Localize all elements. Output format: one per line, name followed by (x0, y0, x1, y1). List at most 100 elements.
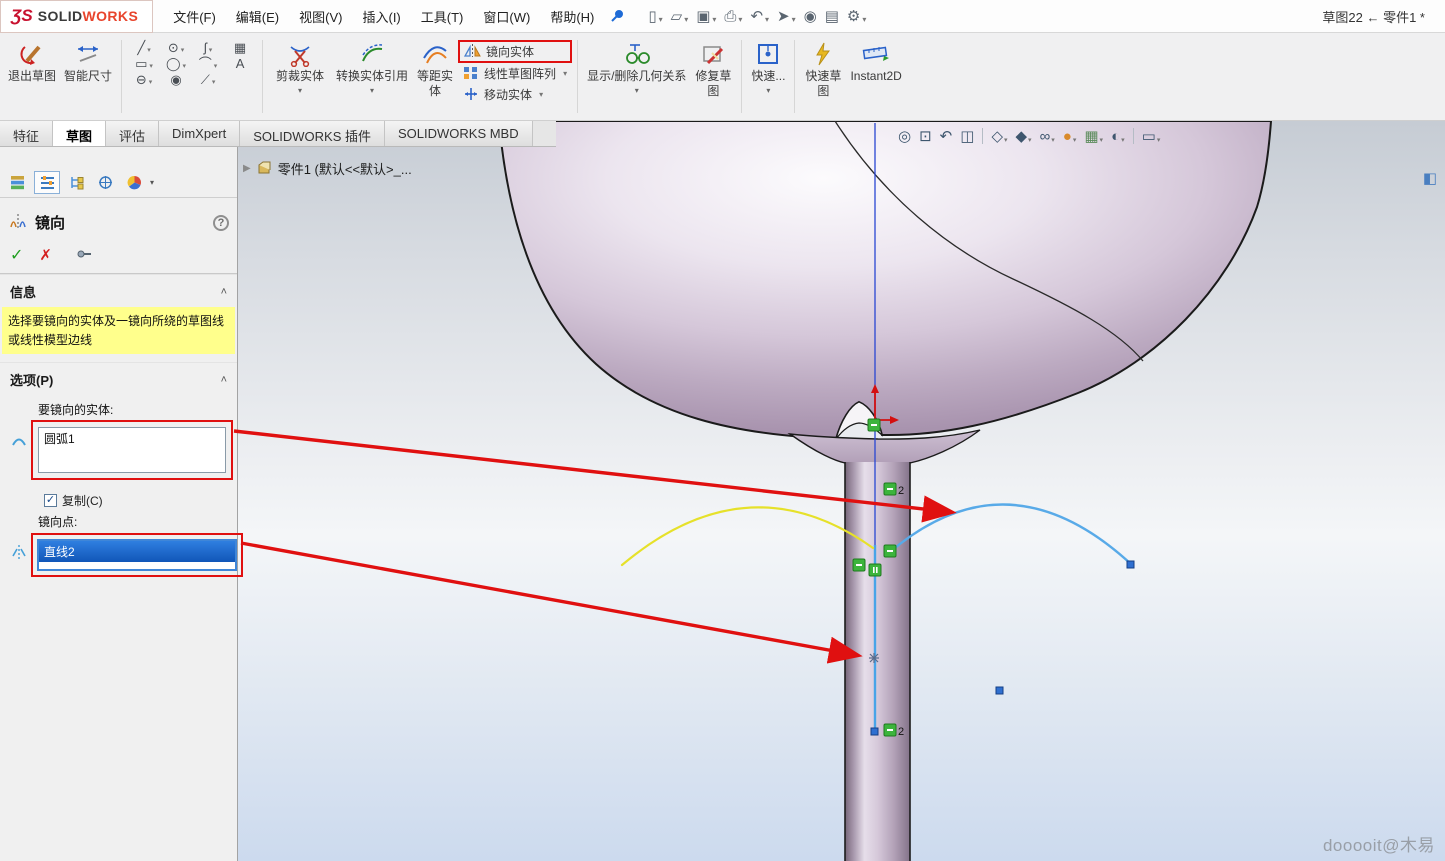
flyout-tree-label[interactable]: 零件1 (默认<<默认>_... (278, 159, 412, 178)
menu-insert[interactable]: 插入(I) (352, 2, 410, 31)
tab-solidworks-addins[interactable]: SOLIDWORKS 插件 (240, 121, 385, 146)
graphics-area[interactable]: 2 2 ▶ 零件1 (默认<<默认>_... ◎ ⊡ ↶ ◫ ◇▾ ◆▾ ∞▾ … (238, 121, 1445, 861)
entities-to-mirror-listbox[interactable]: 圆弧1 (38, 427, 226, 473)
ok-button[interactable]: ✓ (10, 245, 23, 265)
feature-tree-flyout[interactable]: ▶ 零件1 (默认<<默认>_... (243, 159, 412, 178)
slot-tool-icon[interactable]: ⊖▾ (129, 73, 159, 86)
move-entities-button[interactable]: 移动实体 ▾ (458, 85, 572, 105)
sketch-point-marker[interactable] (869, 653, 879, 663)
copy-checkbox[interactable]: ✓ 复制(C) (44, 492, 237, 509)
flyout-expand-icon[interactable]: ▶ (243, 163, 251, 174)
options-section-header[interactable]: 选项(P) ˄ (0, 362, 237, 394)
point-tool-icon[interactable]: ◉ (161, 73, 191, 86)
tab-dimxpert[interactable]: DimXpert (159, 121, 240, 146)
offset-entities-button[interactable]: 等距实体 (412, 35, 458, 118)
linear-sketch-pattern-button[interactable]: 线性草图阵列 ▾ (458, 64, 572, 84)
previous-view-icon[interactable]: ↶ (940, 129, 953, 144)
options-section-body: 要镜向的实体: 圆弧1 ✓ 复制(C) 镜向点: 直线2 (0, 394, 237, 577)
line-tool-icon[interactable]: ╱▾ (129, 41, 159, 54)
collapse-chevron-icon[interactable]: ˄ (221, 286, 227, 298)
open-document-icon[interactable]: ▱▾ (667, 7, 693, 26)
sphere-tool-icon[interactable]: ◉ (800, 7, 821, 26)
exit-sketch-button[interactable]: 退出草图 (4, 35, 60, 118)
menu-view[interactable]: 视图(V) (289, 2, 352, 31)
pane-tabs-overflow-icon[interactable]: ▾ (150, 178, 154, 187)
mirror-preview-arc[interactable] (622, 507, 873, 565)
collapse-chevron-icon[interactable]: ˄ (221, 374, 227, 386)
hide-show-items-icon[interactable]: ∞▾ (1040, 129, 1055, 144)
sketch-entity-tools: ╱▾ ⊙▾ ʃ▾ ▦ ▭▾ ◯▾ ⌒▾ A ⊖▾ ◉ ⟋▾ (127, 35, 257, 118)
menu-window[interactable]: 窗口(W) (473, 2, 540, 31)
undo-icon[interactable]: ↶▾ (746, 7, 773, 26)
checkbox-check-icon[interactable]: ✓ (44, 494, 57, 507)
display-style-icon[interactable]: ◆▾ (1016, 129, 1032, 144)
keep-visible-pin-icon[interactable] (76, 247, 93, 264)
ellipse-tool-icon[interactable]: ◯▾ (161, 57, 191, 70)
new-document-icon[interactable]: ▯▾ (644, 7, 666, 26)
configuration-manager-tab-icon[interactable] (63, 171, 89, 194)
trim-entities-button[interactable]: 剪裁实体 ▾ (268, 35, 332, 118)
print-document-icon[interactable]: ⎙▾ (720, 7, 746, 26)
goblet-bowl[interactable] (499, 121, 1271, 439)
trim-entities-icon (287, 39, 313, 69)
tab-evaluate[interactable]: 评估 (106, 121, 159, 146)
display-manager-tab-icon[interactable] (121, 171, 147, 194)
rectangle-tool-icon[interactable]: ▭▾ (129, 57, 159, 70)
options-gear-icon[interactable]: ⚙▾ (843, 7, 870, 26)
fillet-tool-icon[interactable]: ⟋▾ (193, 73, 223, 86)
offset-entities-icon (422, 39, 448, 69)
menu-tools[interactable]: 工具(T) (411, 2, 474, 31)
arc-tool-icon[interactable]: ⌒▾ (193, 57, 223, 70)
rapid-sketch-icon (810, 39, 836, 69)
report-tool-icon[interactable]: ▤ (821, 7, 843, 26)
convert-entities-button[interactable]: 转换实体引用 ▾ (332, 35, 412, 118)
list-item-selected[interactable]: 直线2 (39, 541, 235, 562)
pin-menu-icon[interactable] (610, 9, 624, 23)
quick-snaps-button[interactable]: 快速... ▾ (747, 35, 789, 118)
instant2d-button[interactable]: Instant2D (846, 35, 905, 118)
entities-to-mirror-icon (11, 432, 27, 451)
zoom-fit-icon[interactable]: ◎ (898, 129, 911, 144)
convert-entities-icon (359, 39, 385, 69)
menu-help[interactable]: 帮助(H) (540, 2, 604, 31)
section-view-icon[interactable]: ◫ (960, 129, 974, 144)
panel-toggle-icon[interactable]: ◧ (1423, 169, 1437, 187)
info-section-header[interactable]: 信息 ˄ (0, 274, 237, 306)
menu-file[interactable]: 文件(F) (163, 2, 226, 31)
view-settings-icon[interactable]: ◐▾ (1111, 129, 1125, 144)
list-item[interactable]: 圆弧1 (39, 428, 225, 449)
zoom-area-icon[interactable]: ⊡ (919, 129, 932, 144)
mirror-entities-button[interactable]: 镜向实体 (460, 42, 570, 61)
cancel-button[interactable]: ✗ (39, 246, 52, 264)
text-tool-icon[interactable]: A (225, 57, 255, 70)
tab-features[interactable]: 特征 (0, 121, 53, 146)
select-cursor-icon[interactable]: ➤▾ (773, 7, 800, 26)
part-icon (257, 160, 272, 178)
dimxpert-manager-tab-icon[interactable] (92, 171, 118, 194)
circle-tool-icon[interactable]: ⊙▾ (161, 41, 191, 54)
rapid-sketch-button[interactable]: 快速草图 (800, 35, 846, 118)
tab-sketch[interactable]: 草图 (53, 121, 106, 146)
apply-scene-icon[interactable]: ▦▾ (1084, 129, 1103, 144)
display-delete-relations-button[interactable]: 显示/删除几何关系 ▾ (583, 35, 690, 118)
edit-appearance-icon[interactable]: ●▾ (1063, 129, 1077, 144)
selected-arc[interactable] (890, 505, 1132, 565)
repair-sketch-button[interactable]: 修复草图 (690, 35, 736, 118)
feature-manager-tab-icon[interactable] (5, 171, 31, 194)
mirror-about-listbox[interactable]: 直线2 (37, 539, 237, 571)
mirror-about-icon (11, 544, 27, 563)
camera-view-icon[interactable]: ▭▾ (1142, 129, 1161, 144)
pattern-tool-icon[interactable]: ▦ (225, 41, 255, 54)
help-icon[interactable]: ? (213, 215, 229, 231)
smart-dimension-button[interactable]: 智能尺寸 (60, 35, 116, 118)
property-manager-panel: ▾ 镜向 ? ✓ ✗ 信息 ˄ 选择要镜向的实体及一镜向所绕的草图线或线性模型边… (0, 147, 238, 861)
menu-edit[interactable]: 编辑(E) (226, 2, 289, 31)
view-orientation-icon[interactable]: ◇▾ (991, 129, 1007, 144)
mirror-about-label: 镜向点: (38, 513, 237, 530)
smart-dimension-icon (74, 39, 102, 69)
tab-solidworks-mbd[interactable]: SOLIDWORKS MBD (385, 121, 533, 146)
spline-tool-icon[interactable]: ʃ▾ (193, 41, 223, 54)
3d-scene-canvas[interactable]: 2 2 (238, 121, 1445, 861)
save-document-icon[interactable]: ▣▾ (692, 7, 720, 26)
property-manager-tab-icon[interactable] (34, 171, 60, 194)
